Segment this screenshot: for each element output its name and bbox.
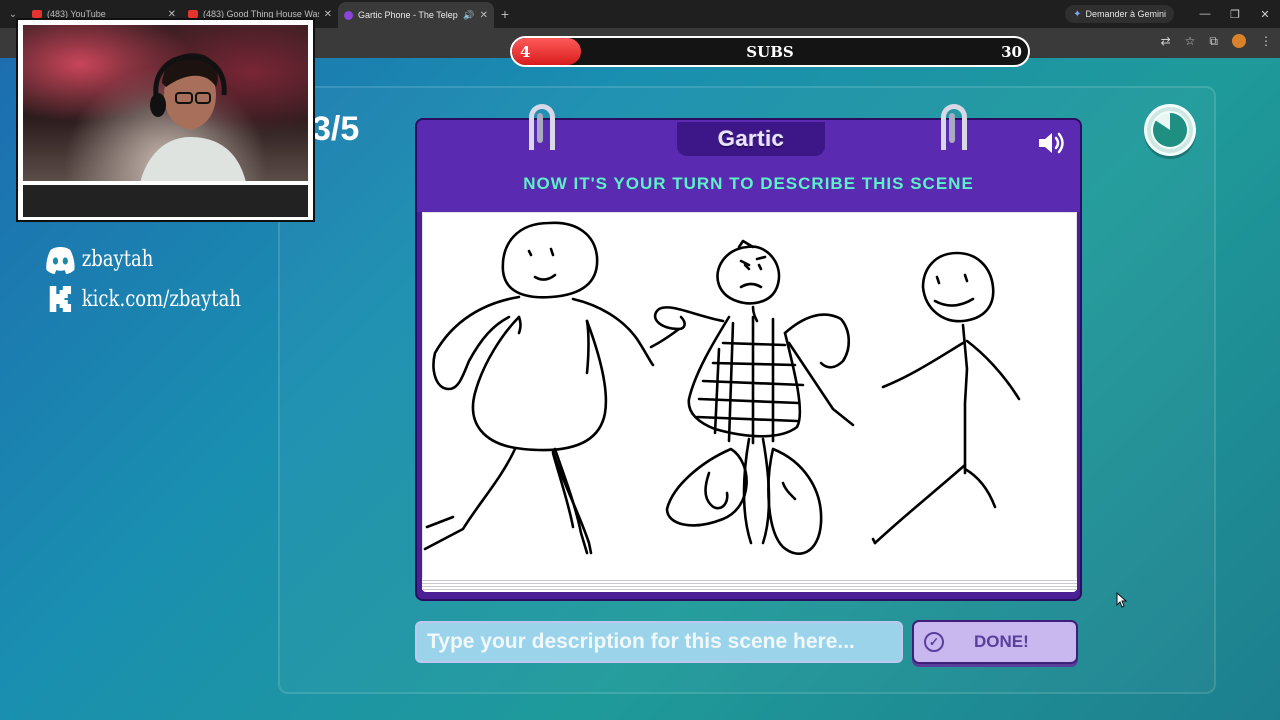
kick-icon	[44, 284, 77, 314]
kick-url-text: kick.com/zbaytah	[81, 286, 241, 312]
gemini-label: Demander à Gemini	[1085, 9, 1166, 19]
webcam-overlay	[16, 18, 315, 222]
window-close-icon[interactable]: ✕	[1250, 8, 1280, 21]
gartic-icon	[344, 10, 353, 20]
bookmark-star-icon[interactable]: ☆	[1185, 34, 1196, 49]
volume-icon[interactable]	[1036, 130, 1066, 161]
subs-goal-bar: 4 SUBS 30	[510, 36, 1030, 67]
webcam-footer	[23, 185, 308, 217]
turn-instruction: NOW IT'S YOUR TURN TO DESCRIBE THIS SCEN…	[523, 174, 974, 193]
description-input[interactable]	[415, 621, 903, 663]
notebook-header: Gartic NOW IT'S YOUR TURN TO DESCRIBE TH…	[417, 120, 1080, 212]
gemini-button[interactable]: ✦ Demander à Gemini	[1065, 5, 1174, 23]
new-tab-plus-icon[interactable]: +	[494, 6, 516, 22]
round-counter: 3/5	[312, 110, 360, 148]
close-icon[interactable]: ✕	[324, 9, 332, 20]
restore-icon[interactable]: ❐	[1220, 8, 1250, 21]
done-label: DONE!	[974, 632, 1029, 651]
notebook-page-edge	[422, 578, 1077, 592]
done-button[interactable]: ✓ DONE!	[912, 620, 1078, 664]
webcam-feed	[23, 25, 308, 181]
timer-icon	[1144, 104, 1196, 156]
subs-label: SUBS	[746, 43, 794, 61]
notebook-ring	[529, 104, 555, 150]
youtube-icon	[32, 10, 42, 18]
drawing-canvas	[422, 212, 1077, 590]
kick-handle: kick.com/zbaytah	[44, 284, 241, 314]
notebook-ring	[941, 104, 967, 150]
translate-icon[interactable]: ⇄	[1161, 34, 1171, 49]
menu-kebab-icon[interactable]: ⋮	[1260, 34, 1272, 49]
discord-handle: zbaytah	[44, 244, 153, 274]
scene-notebook: Gartic NOW IT'S YOUR TURN TO DESCRIBE TH…	[415, 104, 1082, 601]
check-icon: ✓	[924, 632, 944, 652]
browser-tab-gartic[interactable]: Gartic Phone - The Telepho 🔊 ✕	[338, 2, 494, 28]
profile-avatar-icon[interactable]	[1232, 34, 1246, 48]
streamer-silhouette	[140, 53, 246, 181]
tab-title: Gartic Phone - The Telepho	[358, 10, 459, 20]
mouse-cursor-icon	[1116, 592, 1128, 608]
discord-handle-text: zbaytah	[81, 246, 154, 272]
extensions-icon[interactable]: ⧉	[1209, 34, 1218, 49]
youtube-icon	[188, 10, 198, 18]
gemini-sparkle-icon: ✦	[1073, 8, 1082, 20]
discord-icon	[44, 244, 77, 274]
close-icon[interactable]: ✕	[480, 10, 488, 21]
minimize-icon[interactable]: —	[1190, 8, 1220, 20]
stick-figure-drawing	[423, 221, 1021, 555]
speaker-icon[interactable]: 🔊	[463, 10, 474, 21]
gartic-logo: Gartic	[677, 122, 825, 156]
subs-target: 30	[1001, 43, 1022, 61]
